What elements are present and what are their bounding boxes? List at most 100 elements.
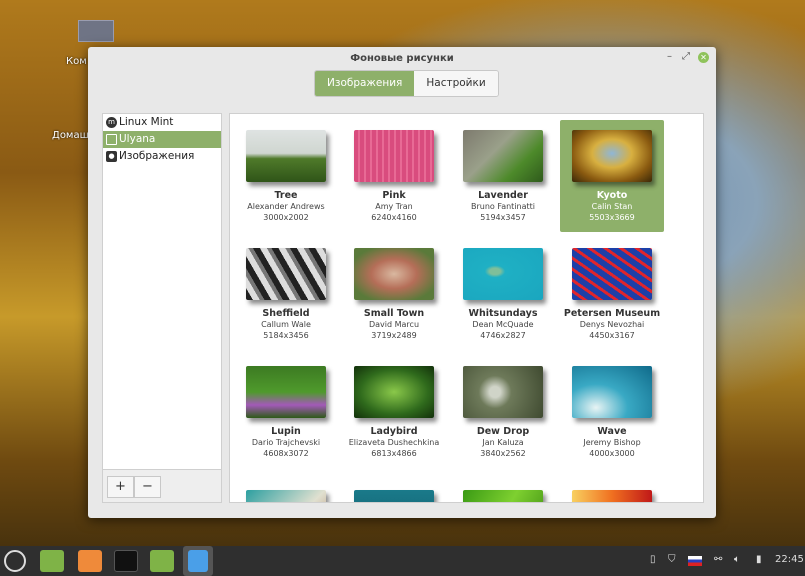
wallpaper-caption: Petersen Museum Denys Nevozhai 4450x3167 [552,308,672,341]
wallpaper-name: Small Town [363,308,425,319]
wallpaper-caption: Wave Jeremy Bishop 4000x3000 [552,426,672,459]
tab-bar: Изображения Настройки [314,70,499,97]
keyboard-layout-flag-icon[interactable] [688,556,702,566]
wallpaper-author: Calin Stan [591,202,633,211]
wallpaper-item[interactable] [342,480,446,502]
wallpaper-item[interactable] [451,480,555,502]
sidebar-item-label: Linux Mint [119,116,174,128]
network-icon[interactable]: ⚯ [714,554,722,565]
wallpaper-resolution: 6240x4160 [371,213,417,222]
terminal-launcher[interactable] [114,550,138,572]
wallpaper-thumbnail [572,366,652,418]
wallpaper-item[interactable] [234,480,338,502]
wallpaper-author: David Marcu [368,320,420,329]
add-folder-button[interactable]: + [107,476,134,498]
backgrounds-window: Фоновые рисунки – ⤢ ✕ Изображения Настро… [88,47,716,518]
wallpaper-thumbnail [572,248,652,300]
wallpaper-thumbnail [246,130,326,182]
wallpaper-author: Denys Nevozhai [579,320,645,329]
wallpaper-resolution: 4608x3072 [263,449,309,458]
clock[interactable]: 22:45 [775,554,804,565]
wallpaper-thumbnail [463,490,543,502]
wallpaper-name: Tree [274,190,298,201]
window-title: Фоновые рисунки [350,53,454,64]
monitor-icon [106,134,117,145]
wallpaper-name: Lupin [271,426,301,437]
wallpaper-thumbnail [246,490,326,502]
wallpaper-name: Dew Drop [476,426,530,437]
wallpaper-resolution: 4450x3167 [589,331,635,340]
wallpaper-item[interactable] [560,480,664,502]
wallpaper-item[interactable]: Wave Jeremy Bishop 4000x3000 [560,356,664,468]
wallpaper-thumbnail [572,130,652,182]
wallpaper-thumbnail [354,490,434,502]
wallpaper-author: Alexander Andrews [247,202,325,211]
minimize-button[interactable]: – [667,51,672,62]
wallpaper-author: Amy Tran [375,202,413,211]
camera-icon: ● [106,151,117,162]
wallpaper-item[interactable]: Sheffield Callum Wale 5184x3456 [234,238,338,350]
wallpaper-resolution: 4746x2827 [480,331,526,340]
wallpaper-author: Jan Kaluza [482,438,524,447]
wallpaper-grid[interactable]: Tree Alexander Andrews 3000x2002 Pink Amy Tr… [229,113,704,503]
wallpaper-name: Whitsundays [468,308,538,319]
wallpaper-resolution: 5184x3456 [263,331,309,340]
firefox-launcher[interactable] [78,550,102,572]
wallpaper-item[interactable]: Ladybird Elizaveta Dushechkina 6813x4866 [342,356,446,468]
maximize-button[interactable]: ⤢ [682,51,690,62]
wallpaper-resolution: 3840x2562 [480,449,526,458]
mint-menu-button[interactable] [4,550,26,572]
wallpaper-author: Jeremy Bishop [583,438,641,447]
wallpaper-name: Lavender [478,190,528,201]
wallpaper-caption: Dew Drop Jan Kaluza 3840x2562 [443,426,563,459]
tab-settings[interactable]: Настройки [414,71,498,96]
wallpaper-thumbnail [246,248,326,300]
computer-desktop-icon[interactable] [78,20,114,42]
folder-launcher[interactable] [150,550,174,572]
home-desktop-label[interactable]: Домаш [52,130,89,141]
close-button[interactable]: ✕ [698,52,709,63]
wallpaper-item[interactable]: Lupin Dario Trajchevski 4608x3072 [234,356,338,468]
wallpaper-name: Pink [382,190,406,201]
sidebar-item-images[interactable]: ● Изображения [103,148,221,165]
files-launcher[interactable] [40,550,64,572]
wallpaper-thumbnail [463,130,543,182]
battery-icon[interactable]: ▮ [756,554,762,565]
wallpaper-item[interactable]: Lavender Bruno Fantinatti 5194x3457 [451,120,555,232]
wallpaper-item[interactable]: Petersen Museum Denys Nevozhai 4450x3167 [560,238,664,350]
wallpaper-item[interactable]: Kyoto Calin Stan 5503x3669 [560,120,664,232]
wallpaper-thumbnail [354,130,434,182]
tab-images[interactable]: Изображения [315,71,415,96]
sidebar-item-label: Ulyana [119,133,156,145]
wallpaper-item[interactable]: Pink Amy Tran 6240x4160 [342,120,446,232]
volume-icon[interactable]: 🔈︎ [734,554,740,565]
wallpaper-caption: Pink Amy Tran 6240x4160 [334,190,454,223]
document-app-button[interactable] [183,546,213,576]
sidebar-item-linux-mint[interactable]: m Linux Mint [103,114,221,131]
wallpaper-item[interactable]: Whitsundays Dean McQuade 4746x2827 [451,238,555,350]
shield-icon[interactable]: ⛉ [668,554,676,565]
wallpaper-resolution: 3719x2489 [371,331,417,340]
wallpaper-name: Ladybird [370,426,418,437]
remove-folder-button[interactable]: − [134,476,161,498]
wallpaper-author: Bruno Fantinatti [470,202,536,211]
wallpaper-resolution: 5194x3457 [480,213,526,222]
wallpaper-author: Dario Trajchevski [251,438,321,447]
wallpaper-thumbnail [572,490,652,502]
wallpaper-item[interactable]: Dew Drop Jan Kaluza 3840x2562 [451,356,555,468]
wallpaper-name: Kyoto [596,190,628,201]
wallpaper-author: Elizaveta Dushechkina [348,438,440,447]
sidebar-item-ulyana[interactable]: Ulyana [103,131,221,148]
wallpaper-caption: Whitsundays Dean McQuade 4746x2827 [443,308,563,341]
clipboard-icon[interactable]: ▯ [650,554,656,565]
wallpaper-item[interactable]: Tree Alexander Andrews 3000x2002 [234,120,338,232]
wallpaper-item[interactable]: Small Town David Marcu 3719x2489 [342,238,446,350]
wallpaper-name: Sheffield [262,308,310,319]
computer-desktop-label[interactable]: Ком [66,56,87,67]
wallpaper-thumbnail [246,366,326,418]
wallpaper-resolution: 3000x2002 [263,213,309,222]
source-list: m Linux Mint Ulyana ● Изображения + − [102,113,222,503]
mint-logo-icon: m [106,117,117,128]
wallpaper-caption: Ladybird Elizaveta Dushechkina 6813x4866 [334,426,454,459]
sidebar-item-label: Изображения [119,150,195,162]
